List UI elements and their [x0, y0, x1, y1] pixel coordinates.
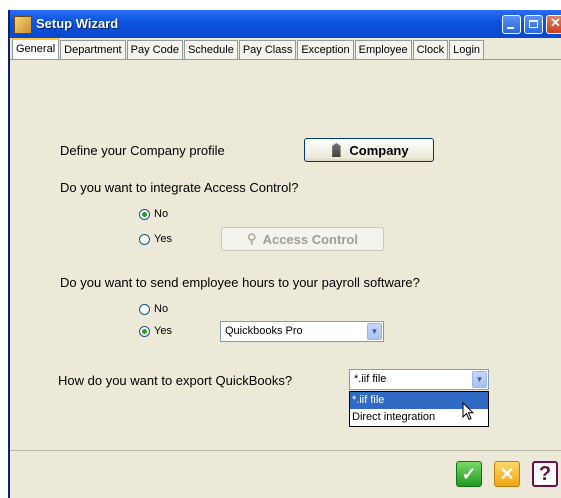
checkmark-icon: ✓ — [461, 463, 477, 484]
tab-pay-class[interactable]: Pay Class — [238, 40, 297, 59]
tab-schedule[interactable]: Schedule — [183, 40, 238, 59]
company-button[interactable]: Company — [304, 138, 434, 162]
building-icon — [332, 143, 341, 157]
payroll-question: Do you want to send employee hours to yo… — [60, 275, 420, 290]
mouse-cursor-icon — [462, 402, 474, 421]
ok-button[interactable]: ✓ — [456, 461, 482, 487]
radio-unselected-icon — [139, 233, 150, 245]
title-bar[interactable]: Setup Wizard — [10, 10, 561, 38]
radio-unselected-icon — [139, 303, 150, 315]
access-control-button-label: Access Control — [262, 231, 358, 247]
close-button[interactable] — [546, 15, 561, 34]
radio-selected-icon — [139, 325, 150, 337]
tab-department[interactable]: Department — [60, 40, 126, 59]
radio-label: No — [154, 208, 169, 220]
minimize-button[interactable] — [502, 15, 521, 34]
export-question: How do you want to export QuickBooks? — [58, 373, 293, 388]
tab-employee[interactable]: Employee — [354, 40, 412, 59]
export-method-select[interactable]: *.iif file ▼ — [349, 369, 489, 390]
radio-label: No — [154, 303, 169, 315]
payroll-software-value: Quickbooks Pro — [225, 325, 303, 337]
chevron-down-icon[interactable]: ▼ — [472, 371, 487, 388]
x-icon: ✕ — [499, 463, 515, 484]
radio-label: Yes — [154, 325, 172, 337]
app-icon — [14, 16, 32, 34]
window-title: Setup Wizard — [36, 16, 119, 31]
access-control-question: Do you want to integrate Access Control? — [60, 180, 299, 195]
key-icon: ⚲ — [247, 231, 257, 246]
tab-clock[interactable]: Clock — [412, 40, 449, 59]
access-control-no-radio[interactable]: No — [139, 208, 168, 220]
export-method-value: *.iif file — [354, 373, 387, 385]
radio-selected-icon — [139, 208, 150, 220]
general-panel: Define your Company profile Company Do y… — [10, 59, 561, 450]
payroll-software-select[interactable]: Quickbooks Pro ▼ — [220, 321, 384, 342]
radio-label: Yes — [154, 233, 172, 245]
chevron-down-icon[interactable]: ▼ — [367, 323, 382, 340]
tab-strip: General Department Pay Code Schedule Pay… — [10, 38, 561, 60]
setup-wizard-window: Setup Wizard General Department Pay Code… — [8, 10, 561, 498]
payroll-no-radio[interactable]: No — [139, 303, 168, 315]
tab-pay-code[interactable]: Pay Code — [126, 40, 183, 59]
tab-general[interactable]: General — [12, 38, 60, 60]
question-icon: ? — [538, 462, 552, 485]
maximize-button[interactable] — [524, 15, 543, 34]
company-profile-prompt: Define your Company profile — [60, 143, 225, 158]
cancel-button[interactable]: ✕ — [494, 461, 520, 487]
help-button[interactable]: ? — [532, 461, 558, 487]
access-control-yes-radio[interactable]: Yes — [139, 233, 172, 245]
tab-login[interactable]: Login — [449, 40, 485, 59]
footer-bar: ✓ ✕ ? — [10, 450, 561, 498]
access-control-button[interactable]: ⚲ Access Control — [221, 227, 384, 251]
company-button-label: Company — [349, 142, 409, 158]
payroll-yes-radio[interactable]: Yes — [139, 325, 172, 337]
tab-exception[interactable]: Exception — [297, 40, 354, 59]
